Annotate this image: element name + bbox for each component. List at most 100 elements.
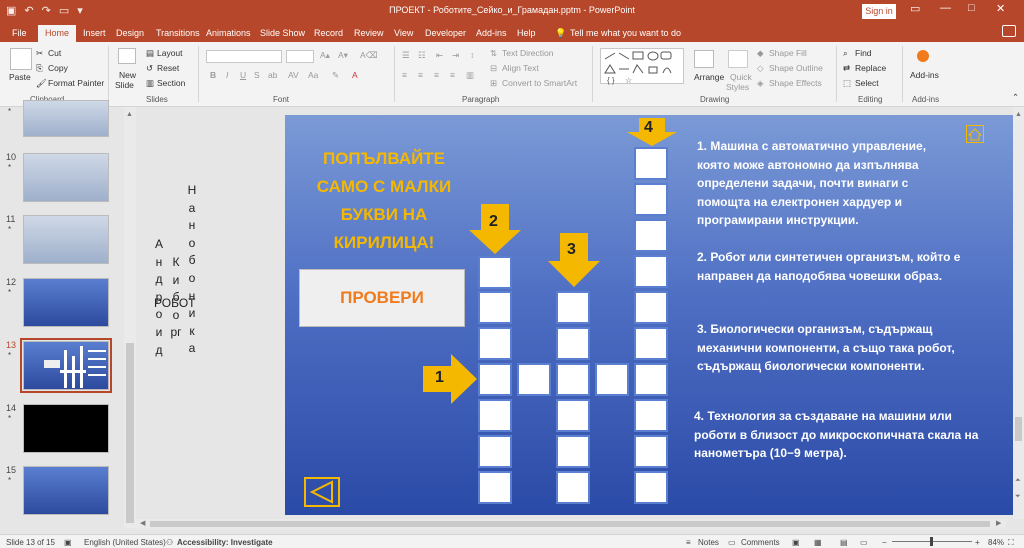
clue-1-text[interactable]: 1. Машина с автоматично управление, коят… — [697, 137, 955, 230]
cut-button[interactable]: Cut — [48, 48, 61, 58]
tab-animations[interactable]: Animations — [206, 26, 251, 40]
check-button[interactable]: ПРОВЕРИ — [299, 269, 465, 327]
crossword-cell-4-4[interactable] — [634, 255, 668, 288]
ribbon-options-icon[interactable]: ▭ — [910, 2, 920, 15]
slide-title[interactable]: ПОПЪЛВАЙТЕ САМО С МАЛКИ БУКВИ НА КИРИЛИЦ… — [299, 145, 469, 257]
offslide-word-robot[interactable]: РОБОТ — [154, 296, 195, 310]
notes-icon[interactable]: ≡ — [686, 538, 691, 547]
collapse-ribbon-icon[interactable]: ⌃ — [1012, 92, 1019, 103]
format-painter-icon[interactable]: 🖌 — [36, 78, 47, 89]
find-icon[interactable]: ⌕ — [843, 48, 848, 59]
crossword-cell-1-5[interactable] — [634, 363, 668, 396]
crossword-cell-4-6[interactable] — [634, 327, 668, 360]
crossword-cell-2-3[interactable] — [478, 327, 512, 360]
char-spacing-icon[interactable]: AV — [288, 70, 299, 80]
cut-icon[interactable]: ✂ — [36, 48, 43, 59]
scroll-right-icon[interactable]: ▶ — [996, 519, 1001, 527]
scroll-left-icon[interactable]: ◀ — [140, 519, 145, 527]
fit-to-window-icon[interactable]: ⛶ — [1008, 538, 1014, 548]
crossword-cell-2-7[interactable] — [478, 471, 512, 504]
slide-thumbnail-12[interactable] — [23, 278, 109, 327]
next-slide-icon[interactable]: ⏷ — [1015, 493, 1021, 501]
layout-icon[interactable]: ▤ — [146, 48, 154, 59]
comments-button[interactable]: Comments — [741, 538, 780, 547]
zoom-slider-thumb[interactable] — [930, 537, 933, 546]
slide-thumbnail-11[interactable] — [23, 215, 109, 264]
accessibility-icon[interactable]: ⚇ — [166, 538, 173, 547]
slide-thumbnail-9[interactable] — [23, 100, 109, 137]
crossword-cell-1-1[interactable] — [478, 363, 512, 396]
crossword-cell-3-6[interactable] — [556, 471, 590, 504]
shape-outline-icon[interactable]: ◇ — [757, 63, 764, 74]
text-direction-icon[interactable]: ⇅ — [490, 48, 497, 59]
align-text-icon[interactable]: ⊟ — [490, 63, 497, 74]
minimize-icon[interactable]: — — [940, 2, 951, 14]
language-status[interactable]: English (United States) — [84, 538, 166, 547]
crossword-cell-1-3[interactable] — [556, 363, 590, 396]
zoom-level[interactable]: 84% — [988, 538, 1004, 547]
increase-font-icon[interactable]: A▴ — [320, 50, 330, 61]
back-button[interactable] — [304, 477, 340, 507]
numbering-icon[interactable]: ☷ — [418, 50, 426, 61]
increase-indent-icon[interactable]: ⇥ — [452, 50, 459, 61]
editor-vertical-scrollbar[interactable]: ▲ ⏶ ⏷ — [1013, 107, 1024, 519]
tab-transitions[interactable]: Transitions — [156, 26, 200, 40]
shapes-gallery[interactable]: { } ☆ — [600, 48, 684, 85]
quick-styles-icon[interactable] — [728, 50, 748, 68]
zoom-in-icon[interactable]: + — [975, 538, 980, 547]
tab-developer[interactable]: Developer — [425, 26, 466, 40]
add-ins-button[interactable]: Add-ins — [910, 70, 939, 80]
crossword-cell-2-5[interactable] — [478, 399, 512, 432]
slide-thumbnail-14[interactable] — [23, 404, 109, 453]
paste-button[interactable]: Paste — [9, 72, 31, 82]
align-text-button[interactable]: Align Text — [502, 63, 539, 73]
tab-help[interactable]: Help — [517, 26, 536, 40]
scroll-up-icon[interactable]: ▲ — [1015, 111, 1022, 118]
section-button[interactable]: Section — [157, 78, 185, 88]
select-icon[interactable]: ⬚ — [843, 78, 851, 89]
clue-3-text[interactable]: 3. Биологически организъм, съдържащ меха… — [697, 320, 955, 376]
add-ins-icon[interactable] — [917, 50, 929, 62]
select-button[interactable]: Select — [855, 78, 879, 88]
editor-horizontal-scrollbar[interactable]: ◀ ▶ — [136, 519, 1006, 529]
font-color-icon[interactable]: A — [352, 70, 358, 80]
new-slide-button[interactable]: New — [119, 70, 136, 80]
find-button[interactable]: Find — [855, 48, 872, 58]
comments-icon[interactable]: ▭ — [728, 538, 736, 547]
align-center-icon[interactable]: ≡ — [418, 70, 423, 80]
thumbnails-scrollbar[interactable]: ▲ — [124, 107, 136, 528]
strikethrough-icon[interactable]: ab — [268, 70, 277, 80]
crossword-cell-3-5[interactable] — [556, 435, 590, 468]
italic-icon[interactable]: I — [226, 70, 228, 80]
quick-styles-button[interactable]: Quick — [730, 72, 752, 82]
sign-in-button[interactable]: Sign in — [862, 4, 896, 19]
new-slide-button-line2[interactable]: Slide — [115, 80, 134, 90]
notes-button[interactable]: Notes — [698, 538, 719, 547]
scroll-up-icon[interactable]: ▲ — [126, 111, 133, 118]
tab-review[interactable]: Review — [354, 26, 384, 40]
shape-effects-button[interactable]: Shape Effects — [769, 78, 822, 88]
crossword-cell-4-2[interactable] — [634, 183, 668, 216]
shape-fill-icon[interactable]: ◆ — [757, 48, 764, 59]
tab-view[interactable]: View — [394, 26, 413, 40]
tab-record[interactable]: Record — [314, 26, 343, 40]
crossword-cell-2-2[interactable] — [478, 291, 512, 324]
arrange-button[interactable]: Arrange — [694, 72, 724, 82]
font-name-combo[interactable] — [206, 50, 282, 63]
underline-icon[interactable]: U — [240, 70, 246, 80]
reading-view-icon[interactable]: ▤ — [840, 538, 848, 547]
smartart-button[interactable]: Convert to SmartArt — [502, 78, 577, 88]
tab-home[interactable]: Home — [38, 25, 77, 42]
slide-thumbnail-15[interactable] — [23, 466, 109, 515]
quick-styles-button-line2[interactable]: Styles — [726, 82, 749, 92]
spelling-icon[interactable]: ▣ — [64, 538, 72, 547]
accessibility-status[interactable]: Accessibility: Investigate — [177, 538, 273, 547]
replace-button[interactable]: Replace — [855, 63, 886, 73]
line-spacing-icon[interactable]: ↕ — [470, 50, 474, 60]
layout-button[interactable]: Layout — [157, 48, 183, 58]
crossword-cell-1-4[interactable] — [595, 363, 629, 396]
reset-button[interactable]: Reset — [157, 63, 179, 73]
smartart-icon[interactable]: ⊞ — [490, 78, 497, 89]
shape-fill-button[interactable]: Shape Fill — [769, 48, 807, 58]
crossword-cell-4-9[interactable] — [634, 435, 668, 468]
